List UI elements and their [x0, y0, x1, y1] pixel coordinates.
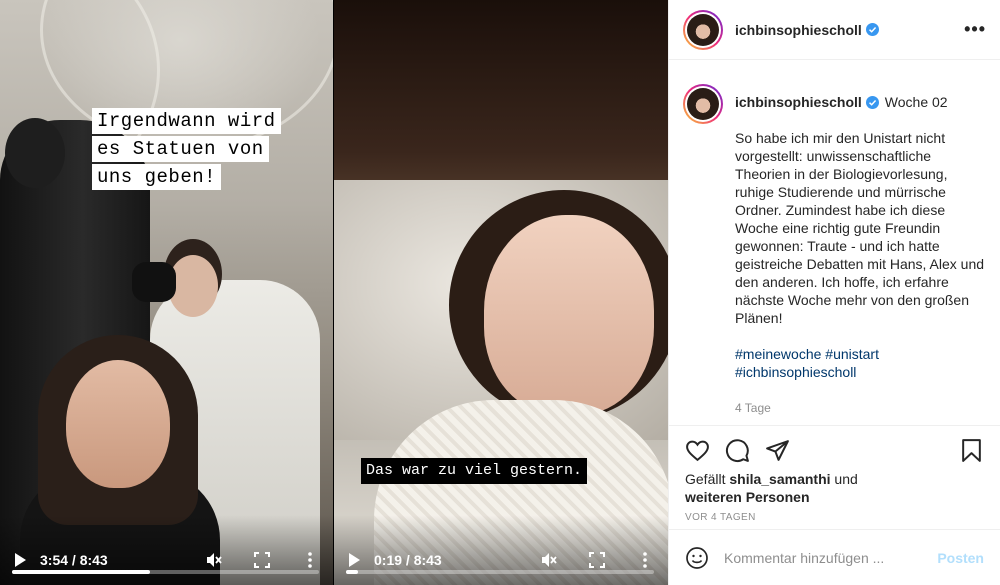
video-player-2[interactable]: Das war zu viel gestern. 0:19 / 8:43	[334, 0, 668, 585]
post-caption-text: So habe ich mir den Unistart nicht vorge…	[735, 130, 985, 326]
avatar[interactable]	[683, 84, 723, 124]
caption-timestamp: 4 Tage	[735, 401, 771, 415]
video-frame-bed	[334, 0, 668, 585]
caption-username[interactable]: ichbinsophiescholl	[735, 93, 862, 111]
video-controls-1: 3:54 / 8:43	[0, 515, 333, 585]
caption-line: es Statuen von	[92, 136, 269, 162]
video-caption-1: Irgendwann wird es Statuen von uns geben…	[92, 108, 281, 192]
caption-line: Irgendwann wird	[92, 108, 281, 134]
bookmark-icon[interactable]	[959, 438, 984, 463]
add-comment-bar: Posten	[669, 529, 1000, 585]
video-progress-bar[interactable]	[12, 570, 319, 574]
emoji-icon[interactable]	[685, 546, 709, 570]
hashtag-link[interactable]: #ichbinsophiescholl	[735, 363, 986, 381]
caption-line: Das war zu viel gestern.	[361, 458, 588, 484]
post-date: VOR 4 TAGEN	[685, 512, 756, 523]
caption-line: uns geben!	[92, 164, 222, 190]
comment-icon[interactable]	[725, 438, 750, 463]
verified-badge-icon	[865, 95, 879, 109]
vertical-dots-icon[interactable]	[636, 551, 654, 569]
avatar[interactable]	[683, 9, 723, 50]
fullscreen-icon[interactable]	[588, 551, 606, 569]
more-options-button[interactable]: •••	[964, 19, 986, 40]
video-frame-museum	[0, 0, 333, 585]
likes-others-link[interactable]: weiteren Personen	[685, 489, 810, 505]
fullscreen-icon[interactable]	[253, 551, 271, 569]
video-controls-2: 0:19 / 8:43	[334, 515, 668, 585]
muted-speaker-icon[interactable]	[205, 551, 223, 569]
post-header: ichbinsophiescholl •••	[669, 0, 1000, 60]
share-icon[interactable]	[765, 438, 790, 463]
post-comment-button[interactable]: Posten	[937, 550, 984, 566]
heart-icon[interactable]	[685, 438, 710, 463]
post-side-panel: ichbinsophiescholl ••• ichbinsophieschol…	[668, 0, 1000, 585]
video-progress-bar[interactable]	[346, 570, 654, 574]
video-time: 0:19 / 8:43	[374, 552, 442, 568]
header-username[interactable]: ichbinsophiescholl	[735, 22, 862, 38]
video-player-1[interactable]: Irgendwann wird es Statuen von uns geben…	[0, 0, 333, 585]
comment-input[interactable]	[724, 549, 938, 566]
likes-summary: Gefällt shila_samanthi und weiteren Pers…	[685, 471, 858, 505]
hashtag-link[interactable]: #unistart	[825, 346, 879, 362]
story-media: Irgendwann wird es Statuen von uns geben…	[0, 0, 668, 585]
video-time: 3:54 / 8:43	[40, 552, 108, 568]
hashtags: #meinewoche #unistart #ichbinsophieschol…	[735, 345, 986, 381]
video-caption-2: Das war zu viel gestern.	[361, 458, 588, 486]
video-progress-fill	[12, 570, 151, 574]
play-icon[interactable]	[346, 552, 362, 568]
vertical-dots-icon[interactable]	[301, 551, 319, 569]
verified-badge-icon	[865, 23, 879, 36]
play-icon[interactable]	[12, 552, 28, 568]
post-actions: Gefällt shila_samanthi und weiteren Pers…	[669, 425, 1000, 537]
muted-speaker-icon[interactable]	[540, 551, 558, 569]
post-title: Woche 02	[884, 94, 948, 110]
liked-by-user[interactable]: shila_samanthi	[729, 471, 830, 487]
caption-comment: ichbinsophiescholl Woche 02 So habe ich …	[669, 60, 1000, 425]
hashtag-link[interactable]: #meinewoche	[735, 346, 821, 362]
video-progress-fill	[346, 570, 359, 574]
